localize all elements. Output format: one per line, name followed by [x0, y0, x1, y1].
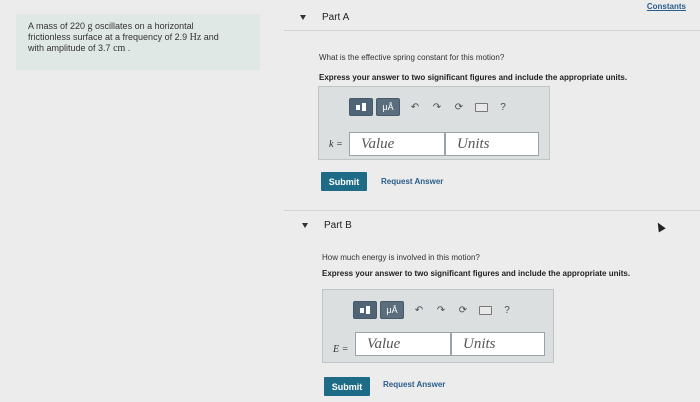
- constants-link[interactable]: Constants: [647, 2, 686, 11]
- units-input[interactable]: Units: [451, 332, 545, 356]
- redo-icon[interactable]: ↷: [431, 301, 451, 319]
- templates-icon[interactable]: [353, 301, 377, 319]
- units-icon[interactable]: μÅ: [376, 98, 400, 116]
- divider: [284, 210, 700, 211]
- help-icon[interactable]: ?: [497, 301, 517, 319]
- reset-icon[interactable]: ⟳: [453, 301, 473, 319]
- part-b-answer-panel: μÅ ↶ ↷ ⟳ ? E = Value Units: [322, 289, 554, 363]
- math-toolbar: μÅ ↶ ↷ ⟳ ?: [349, 97, 513, 117]
- collapse-caret-icon[interactable]: [300, 14, 306, 20]
- units-icon[interactable]: μÅ: [380, 301, 404, 319]
- keyboard-icon[interactable]: [471, 98, 491, 116]
- divider: [284, 30, 700, 31]
- part-b-instructions: Express your answer to two significant f…: [322, 269, 631, 278]
- problem-line-3: with amplitude of 3.7 cm .: [28, 43, 131, 54]
- undo-icon[interactable]: ↶: [405, 98, 425, 116]
- part-a-instructions: Express your answer to two significant f…: [319, 73, 628, 82]
- reset-icon[interactable]: ⟳: [449, 98, 469, 116]
- value-input[interactable]: Value: [349, 132, 445, 156]
- help-icon[interactable]: ?: [493, 98, 513, 116]
- templates-icon[interactable]: [349, 98, 373, 116]
- part-a-header[interactable]: Part A: [300, 12, 349, 23]
- redo-icon[interactable]: ↷: [427, 98, 447, 116]
- mouse-cursor-icon: [654, 220, 666, 233]
- part-b-header[interactable]: Part B: [302, 220, 352, 231]
- value-input[interactable]: Value: [355, 332, 451, 356]
- part-a-question: What is the effective spring constant fo…: [319, 53, 505, 62]
- submit-button[interactable]: Submit: [324, 377, 370, 396]
- part-a-answer-panel: μÅ ↶ ↷ ⟳ ? k = Value Units: [318, 86, 550, 160]
- undo-icon[interactable]: ↶: [409, 301, 429, 319]
- variable-label-k: k =: [329, 139, 343, 150]
- part-b-question: How much energy is involved in this moti…: [322, 253, 480, 262]
- units-input[interactable]: Units: [445, 132, 539, 156]
- problem-line-1: A mass of 220 g oscillates on a horizont…: [28, 21, 194, 32]
- collapse-caret-icon[interactable]: [302, 222, 308, 228]
- request-answer-link[interactable]: Request Answer: [383, 380, 445, 389]
- math-toolbar: μÅ ↶ ↷ ⟳ ?: [353, 300, 517, 320]
- submit-button[interactable]: Submit: [321, 172, 367, 191]
- variable-label-e: E =: [333, 344, 349, 355]
- problem-line-2: frictionless surface at a frequency of 2…: [28, 32, 219, 43]
- problem-statement: A mass of 220 g oscillates on a horizont…: [16, 14, 260, 70]
- request-answer-link[interactable]: Request Answer: [381, 177, 443, 186]
- keyboard-icon[interactable]: [475, 301, 495, 319]
